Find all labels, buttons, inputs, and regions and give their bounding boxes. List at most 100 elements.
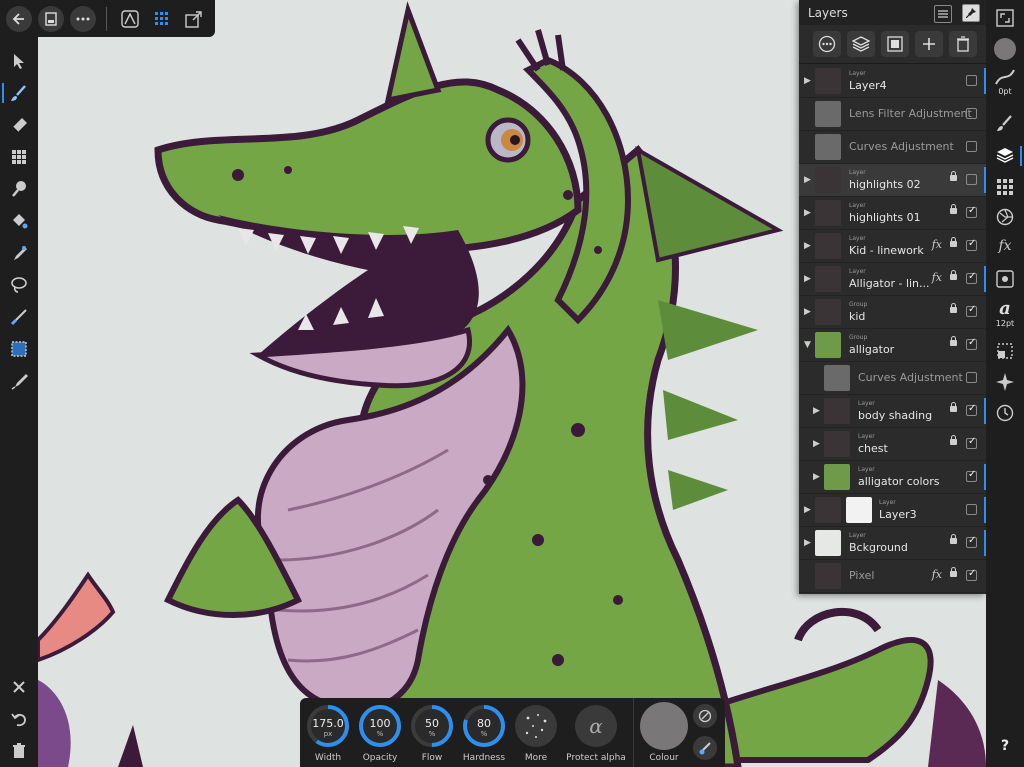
- layer-row[interactable]: ▶ Layer body shading: [799, 395, 986, 428]
- stroke-panel-button[interactable]: 0pt: [986, 68, 1024, 96]
- visibility-checkbox[interactable]: [966, 436, 977, 449]
- lock-icon[interactable]: [950, 237, 957, 247]
- smudge-tool[interactable]: [5, 175, 33, 203]
- expand-arrow-icon[interactable]: ▶: [804, 505, 811, 515]
- lock-icon[interactable]: [950, 336, 957, 346]
- visibility-checkbox[interactable]: [966, 535, 977, 548]
- deselect-button[interactable]: [5, 673, 33, 701]
- help-button[interactable]: ?: [986, 738, 1024, 754]
- layer-row[interactable]: ▼ Group alligator: [799, 329, 986, 362]
- pixel-persona-button[interactable]: [149, 6, 175, 32]
- visibility-checkbox[interactable]: [966, 372, 977, 383]
- layer-row[interactable]: ▶ Layer Alligator - lin... fx: [799, 263, 986, 296]
- export-persona-button[interactable]: [181, 6, 207, 32]
- lock-icon[interactable]: [950, 567, 957, 577]
- expand-arrow-icon[interactable]: ▶: [804, 274, 811, 284]
- delete-button[interactable]: [5, 737, 33, 765]
- visibility-checkbox[interactable]: [966, 141, 977, 152]
- layer-row[interactable]: Curves Adjustment: [799, 131, 986, 164]
- paint-brush-tool[interactable]: [2, 79, 33, 107]
- pixel-selection-tool[interactable]: [5, 143, 33, 171]
- visibility-checkbox[interactable]: [966, 504, 977, 515]
- brushes-panel-button[interactable]: [986, 114, 1024, 132]
- back-button[interactable]: [6, 5, 32, 32]
- layer-row[interactable]: Pixel fx: [799, 560, 986, 593]
- layer-row[interactable]: ▶ Layer Bckground: [799, 527, 986, 560]
- expand-arrow-icon[interactable]: ▶: [813, 406, 820, 416]
- expand-arrow-icon[interactable]: ▶: [804, 208, 811, 218]
- protect-alpha-toggle[interactable]: α: [574, 704, 618, 748]
- opacity-dial[interactable]: 100 %: [358, 704, 402, 748]
- width-dial[interactable]: 175.0 px: [306, 704, 350, 748]
- expand-arrow-icon[interactable]: ▶: [804, 307, 811, 317]
- layer-options-button[interactable]: [813, 31, 841, 57]
- colour-button[interactable]: [640, 702, 688, 750]
- expand-arrow-icon[interactable]: ▶: [813, 439, 820, 449]
- styles-panel-button[interactable]: [986, 270, 1024, 288]
- lock-icon[interactable]: [950, 270, 957, 280]
- lock-icon[interactable]: [950, 534, 957, 544]
- color-picker-tool[interactable]: [5, 239, 33, 267]
- visibility-checkbox[interactable]: [966, 304, 977, 317]
- layer-row[interactable]: Lens Filter Adjustment: [799, 98, 986, 131]
- visibility-checkbox[interactable]: [966, 108, 977, 119]
- layer-row[interactable]: ▶ Layer highlights 01: [799, 197, 986, 230]
- visibility-checkbox[interactable]: [966, 271, 977, 284]
- document-menu-button[interactable]: [38, 5, 64, 32]
- effects-panel-button[interactable]: fx: [986, 238, 1024, 254]
- expand-arrow-icon[interactable]: ▶: [804, 76, 811, 86]
- adjustments-panel-button[interactable]: [986, 178, 1024, 196]
- expand-arrow-icon[interactable]: ▶: [804, 175, 811, 185]
- move-tool[interactable]: [5, 47, 33, 75]
- layer-row[interactable]: ▶ Group kid: [799, 296, 986, 329]
- visibility-checkbox[interactable]: [966, 469, 977, 482]
- navigator-button[interactable]: [986, 8, 1024, 28]
- lock-icon[interactable]: [950, 204, 957, 214]
- lock-icon[interactable]: [950, 171, 957, 181]
- lock-icon[interactable]: [950, 303, 957, 313]
- text-styles-panel-button[interactable]: a 12pt: [986, 300, 1024, 329]
- flow-dial[interactable]: 50 %: [410, 704, 454, 748]
- hardness-dial[interactable]: 80 %: [462, 704, 506, 748]
- expand-arrow-icon[interactable]: ▶: [804, 241, 811, 251]
- layer-row[interactable]: Curves Adjustment: [799, 362, 986, 395]
- layer-row[interactable]: ▶ Layer alligator colors: [799, 461, 986, 494]
- colour-swatch-button[interactable]: [986, 38, 1024, 60]
- collapse-arrow-icon[interactable]: ▼: [804, 340, 811, 350]
- mask-layer-button[interactable]: [881, 31, 909, 57]
- erase-brush-tool[interactable]: [5, 111, 33, 139]
- eyedropper-tool[interactable]: [5, 367, 33, 395]
- more-options-button[interactable]: [70, 5, 96, 32]
- layer-row[interactable]: ▶ Layer chest: [799, 428, 986, 461]
- history-panel-button[interactable]: [986, 404, 1024, 422]
- more-brush-settings-button[interactable]: [514, 704, 558, 748]
- navigator-compass-button[interactable]: [986, 372, 1024, 392]
- undo-button[interactable]: [5, 705, 33, 733]
- brush-pressure-button[interactable]: [693, 736, 717, 760]
- panel-menu-button[interactable]: [933, 4, 952, 23]
- visibility-checkbox[interactable]: [966, 205, 977, 218]
- flood-fill-tool[interactable]: [5, 207, 33, 235]
- filters-panel-button[interactable]: [986, 208, 1024, 226]
- selection-brush-tool[interactable]: [5, 303, 33, 331]
- visibility-checkbox[interactable]: [966, 403, 977, 416]
- add-layer-button[interactable]: [915, 31, 943, 57]
- layer-row[interactable]: ▶ Layer Kid - linework fx: [799, 230, 986, 263]
- marquee-tool[interactable]: [5, 335, 33, 363]
- transform-panel-button[interactable]: [986, 342, 1024, 360]
- designer-persona-button[interactable]: [117, 6, 143, 32]
- layers-panel-button[interactable]: [986, 146, 1024, 166]
- layer-row[interactable]: ▶ Layer highlights 02: [799, 164, 986, 197]
- expand-arrow-icon[interactable]: ▶: [804, 538, 811, 548]
- wet-edges-button[interactable]: [693, 704, 717, 728]
- visibility-checkbox[interactable]: [966, 75, 977, 86]
- add-layer-group-button[interactable]: [847, 31, 875, 57]
- layer-row[interactable]: ▶ Layer Layer4: [799, 65, 986, 98]
- visibility-checkbox[interactable]: [966, 337, 977, 350]
- expand-arrow-icon[interactable]: ▶: [813, 472, 820, 482]
- layer-row[interactable]: ▶ Layer Layer3: [799, 494, 986, 527]
- visibility-checkbox[interactable]: [966, 174, 977, 185]
- lock-icon[interactable]: [950, 435, 957, 445]
- freehand-selection-tool[interactable]: [5, 271, 33, 299]
- delete-layer-button[interactable]: [949, 31, 977, 57]
